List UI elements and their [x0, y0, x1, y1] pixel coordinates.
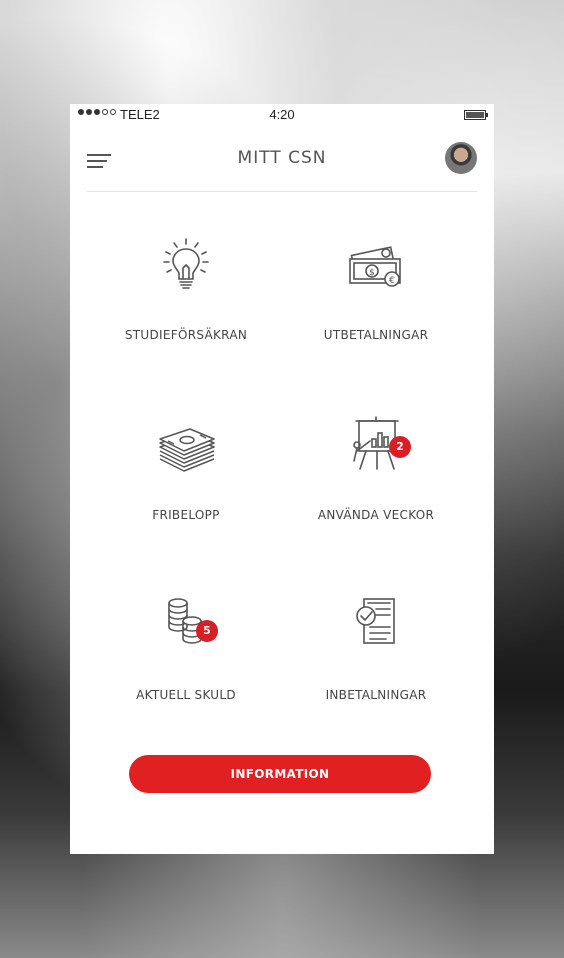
tile-label: FRIBELOPP	[152, 508, 220, 522]
page-title: MITT CSN	[237, 148, 327, 168]
notification-badge: 2	[389, 436, 411, 458]
tile-label: AKTUELL SKULD	[136, 688, 236, 702]
tile-studieforsakran[interactable]: STUDIEFÖRSÄKRAN	[80, 235, 292, 415]
battery-icon	[464, 110, 488, 120]
status-bar: TELE2 4:20	[70, 104, 494, 128]
tile-utbetalningar[interactable]: $ € UTBETALNINGAR	[270, 235, 482, 415]
information-button[interactable]: INFORMATION	[129, 755, 431, 793]
svg-text:€: €	[389, 276, 395, 286]
svg-text:$: $	[369, 268, 375, 278]
cash-stack-icon	[159, 428, 215, 472]
header-divider	[87, 191, 477, 192]
tile-anvanda-veckor[interactable]: 2 ANVÄNDA VECKOR	[270, 415, 482, 595]
status-time: 4:20	[269, 107, 295, 122]
tile-label: INBETALNINGAR	[325, 688, 427, 702]
tile-fribelopp[interactable]: FRIBELOPP	[80, 415, 292, 595]
document-check-icon	[356, 598, 395, 644]
notification-badge: 5	[196, 620, 218, 642]
lightbulb-icon	[163, 238, 209, 289]
tile-label: UTBETALNINGAR	[323, 328, 429, 342]
money-coins-icon: $ €	[349, 246, 401, 287]
tile-aktuell-skuld[interactable]: 5 AKTUELL SKULD	[80, 595, 292, 775]
app-header: MITT CSN	[70, 128, 494, 192]
tile-label: STUDIEFÖRSÄKRAN	[124, 328, 248, 342]
avatar[interactable]	[445, 142, 477, 174]
phone-screen: TELE2 4:20 MITT CSN STUDIEFÖRSÄKRAN $ € …	[70, 104, 494, 854]
tile-label: ANVÄNDA VECKOR	[317, 508, 435, 522]
tile-inbetalningar[interactable]: INBETALNINGAR	[270, 595, 482, 775]
